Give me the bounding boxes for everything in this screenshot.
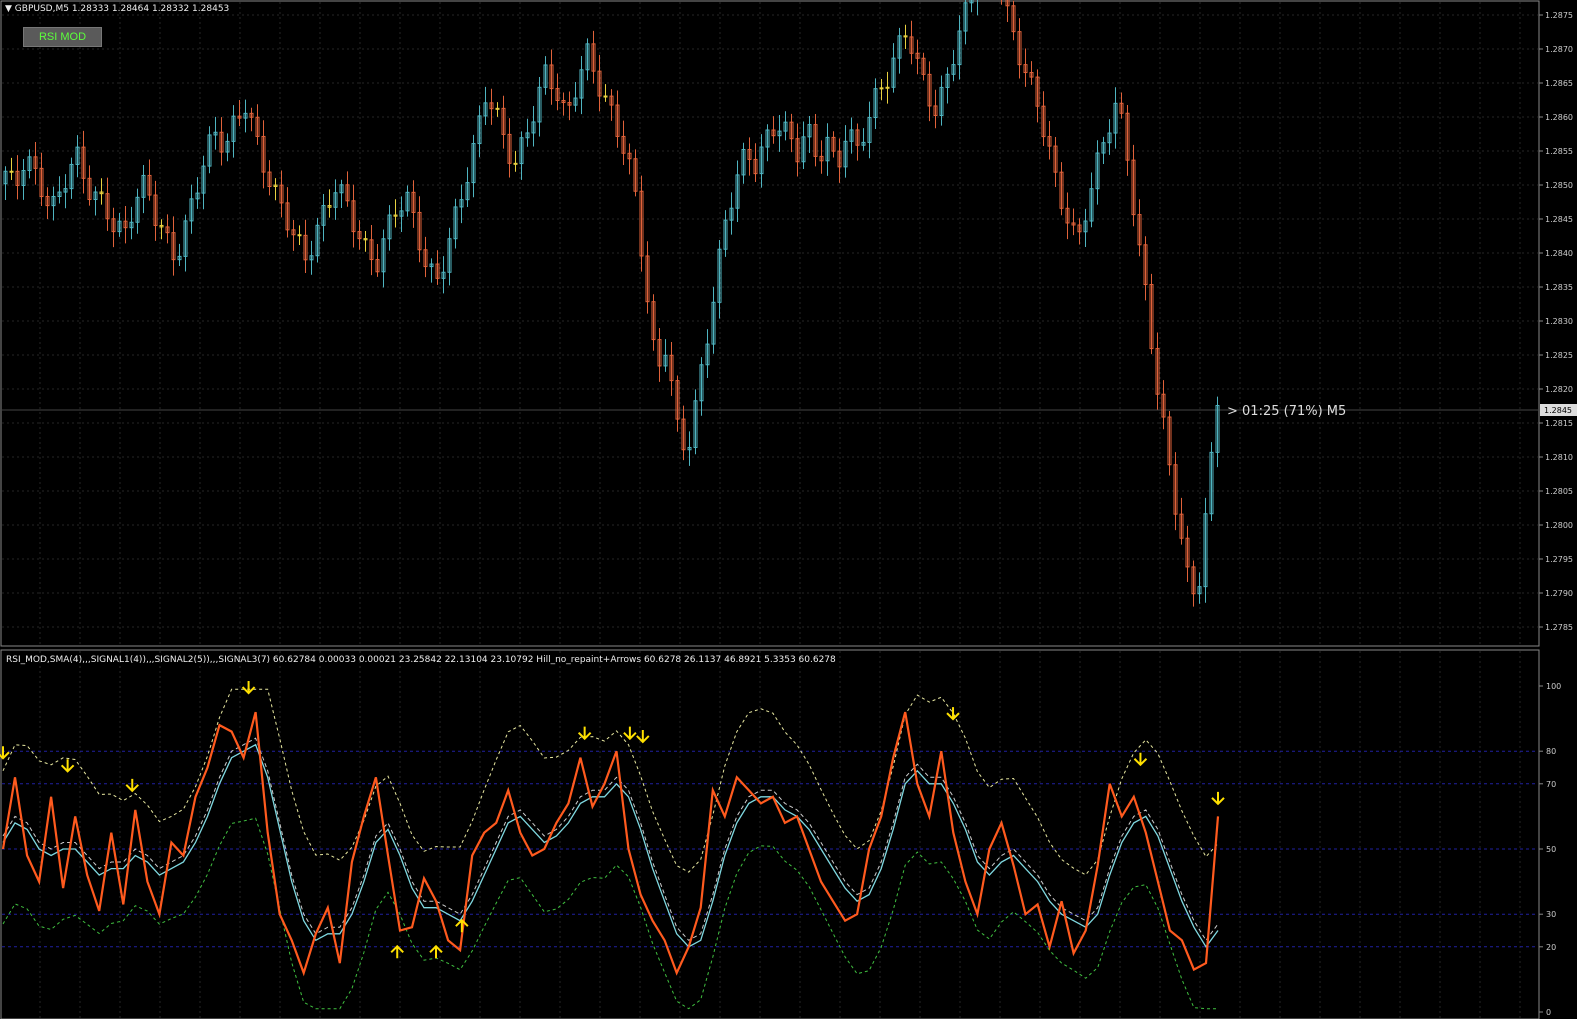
- candle-body: [495, 107, 500, 110]
- price-tick-label: 1.2845: [1545, 215, 1573, 224]
- level-tick-label: 50: [1546, 845, 1556, 854]
- trading-chart[interactable]: 1.2875 1.2870 1.2865 1.2860 1.2855 1.2850 1.28…: [0, 0, 1577, 1019]
- price-tick-label: 1.2830: [1545, 317, 1573, 326]
- candle-body: [885, 86, 890, 89]
- price-tick-label: 1.2810: [1545, 453, 1573, 462]
- price-tick-label: 1.2835: [1545, 283, 1573, 292]
- price-tick-label: 1.2815: [1545, 419, 1573, 428]
- candle-body: [879, 87, 884, 90]
- price-tick-label: 1.2820: [1545, 385, 1573, 394]
- price-tick-label: 1.2825: [1545, 351, 1573, 360]
- price-tick-label: 1.2855: [1545, 147, 1573, 156]
- symbol-info-text: GBPUSD,M5 1.28333 1.28464 1.28332 1.2845…: [15, 4, 229, 14]
- rsi-mod-button[interactable]: RSI MOD: [23, 27, 102, 47]
- candle-body: [513, 162, 518, 165]
- candle-body: [603, 95, 608, 98]
- candle-timer-label: > 01:25 (71%) M5: [1227, 404, 1346, 419]
- price-tick-label: 1.2870: [1545, 45, 1573, 54]
- candle-body: [297, 234, 302, 237]
- price-tick-label: 1.2875: [1545, 11, 1573, 20]
- price-tick-label: 1.2785: [1545, 623, 1573, 632]
- current-price-label: 1.2845: [1544, 406, 1572, 415]
- price-tick-label: 1.2790: [1545, 589, 1573, 598]
- price-tick-label: 1.2800: [1545, 521, 1573, 530]
- price-tick-label: 1.2795: [1545, 555, 1573, 564]
- price-tick-label: 1.2860: [1545, 113, 1573, 122]
- indicator-title: RSI_MOD,SMA(4),,,SIGNAL1(4)),,,SIGNAL2(5…: [6, 655, 836, 665]
- level-tick-label: 20: [1546, 943, 1556, 952]
- level-tick-label: 30: [1546, 910, 1556, 919]
- candle-body: [9, 170, 14, 173]
- collapse-triangle-icon[interactable]: ▼: [5, 4, 15, 14]
- price-tick-label: 1.2840: [1545, 249, 1573, 258]
- price-tick-label: 1.2850: [1545, 181, 1573, 190]
- symbol-info: ▼ GBPUSD,M5 1.28333 1.28464 1.28332 1.28…: [5, 4, 229, 14]
- level-tick-label: 70: [1546, 780, 1556, 789]
- price-tick-label: 1.2805: [1545, 487, 1573, 496]
- level-tick-label: 0: [1546, 1008, 1551, 1017]
- price-tick-label: 1.2865: [1545, 79, 1573, 88]
- level-tick-label: 80: [1546, 747, 1556, 756]
- level-tick-label: 100: [1546, 682, 1561, 691]
